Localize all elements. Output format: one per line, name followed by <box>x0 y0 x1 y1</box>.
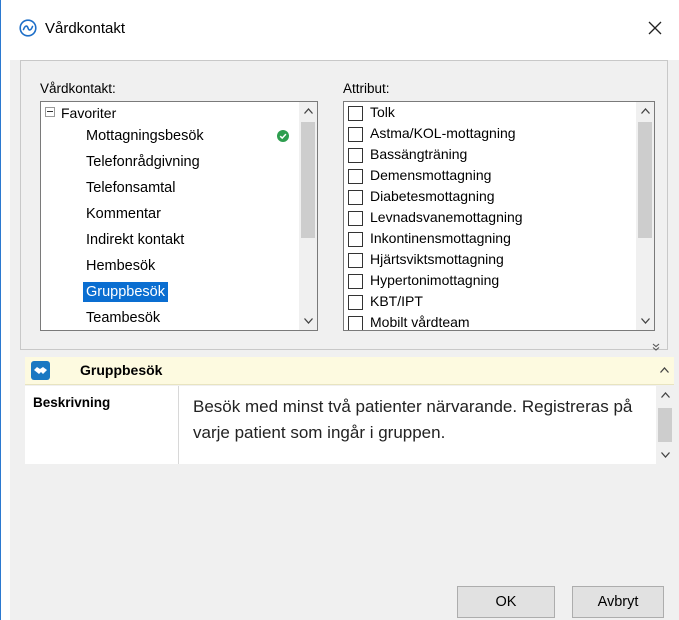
attribut-list[interactable]: Tolk Astma/KOL-mottagning Bassängträning De… <box>343 101 655 331</box>
window-title: Vårdkontakt <box>45 20 126 37</box>
attribut-item[interactable]: Bassängträning <box>344 145 636 166</box>
tree-root-favoriter[interactable]: Favoriter <box>41 103 299 123</box>
attribut-checkbox[interactable] <box>348 169 363 184</box>
close-icon <box>648 21 662 35</box>
collapse-icon[interactable] <box>45 107 55 117</box>
attribut-label: KBT/IPT <box>370 293 423 309</box>
attribut-item[interactable]: Demensmottagning <box>344 166 636 187</box>
tree-item-label: Teambesök <box>86 310 161 326</box>
scroll-up-button[interactable] <box>636 102 654 120</box>
scroll-thumb[interactable] <box>638 122 652 238</box>
tree-item-label: Indirekt kontakt <box>86 232 185 248</box>
tree-item-label: Kommentar <box>86 206 161 222</box>
attribut-label: Astma/KOL-mottagning <box>370 125 516 141</box>
description-label: Beskrivning <box>33 395 111 410</box>
attribut-label: Bassängträning <box>370 146 468 162</box>
vardkontakt-label: Vårdkontakt: <box>40 81 116 96</box>
attribut-checkbox[interactable] <box>348 211 363 226</box>
scroll-down-button[interactable] <box>299 312 317 330</box>
chevron-up-icon <box>640 108 650 114</box>
tree-item-teambesok[interactable]: Teambesök <box>41 305 299 330</box>
tree-item-label: Telefonsamtal <box>86 180 176 196</box>
attribut-checkbox[interactable] <box>348 232 363 247</box>
description-text: Besök med minst två patienter närvarande… <box>193 397 633 442</box>
chevron-up-icon <box>659 367 669 373</box>
attribut-item[interactable]: Diabetesmottagning <box>344 187 636 208</box>
tree-item-label: Gruppbesök <box>83 282 168 302</box>
description-divider <box>178 386 179 464</box>
handshake-icon <box>31 361 50 380</box>
attribut-item[interactable]: KBT/IPT <box>344 292 636 313</box>
description-scrollbar[interactable] <box>656 386 674 464</box>
tree-item-gruppbesok[interactable]: Gruppbesök <box>41 279 299 305</box>
attribut-item[interactable]: Astma/KOL-mottagning <box>344 124 636 145</box>
info-header: Gruppbesök <box>25 357 674 385</box>
chevron-up-icon <box>660 392 670 398</box>
scroll-thumb[interactable] <box>658 408 672 442</box>
tree-item-kommentar[interactable]: Kommentar <box>41 201 299 227</box>
attribut-label: Inkontinensmottagning <box>370 230 511 246</box>
chevron-down-icon <box>660 452 670 458</box>
scroll-thumb[interactable] <box>301 122 315 238</box>
attribut-label: Demensmottagning <box>370 167 492 183</box>
vardkontakt-tree[interactable]: Favoriter Mottagningsbesök Telefonrådgiv… <box>40 101 318 331</box>
selection-group: Vårdkontakt: Favoriter Mottagningsbesök … <box>20 60 668 350</box>
chevron-down-icon <box>303 318 313 324</box>
info-title: Gruppbesök <box>80 362 163 378</box>
collapse-panel-icon[interactable] <box>652 343 660 351</box>
attribut-item[interactable]: Mobilt vårdteam <box>344 313 636 330</box>
attribut-item[interactable]: Hjärtsviktsmottagning <box>344 250 636 271</box>
attribut-label: Tolk <box>370 104 395 120</box>
scroll-up-button[interactable] <box>299 102 317 120</box>
tree-item-label: Telefonrådgivning <box>86 154 200 170</box>
tree-item-telefonsamtal[interactable]: Telefonsamtal <box>41 175 299 201</box>
tree-scrollbar[interactable] <box>299 102 317 330</box>
attribut-label: Attribut: <box>343 81 390 96</box>
tree-item-telefonradgivning[interactable]: Telefonrådgivning <box>41 149 299 175</box>
attribut-checkbox[interactable] <box>348 274 363 289</box>
window-border <box>0 0 1 620</box>
attribut-checkbox[interactable] <box>348 127 363 142</box>
attribut-checkbox[interactable] <box>348 253 363 268</box>
attribut-checkbox[interactable] <box>348 148 363 163</box>
tree-item-indirekt-kontakt[interactable]: Indirekt kontakt <box>41 227 299 253</box>
favorite-check-icon <box>277 130 289 142</box>
attribut-checkbox[interactable] <box>348 106 363 121</box>
app-logo-icon <box>19 19 37 37</box>
attribut-label: Levnadsvanemottagning <box>370 209 523 225</box>
attribut-label: Hjärtsviktsmottagning <box>370 251 504 267</box>
chevron-down-icon <box>640 318 650 324</box>
chevron-up-icon <box>303 108 313 114</box>
tree-root-label: Favoriter <box>61 105 117 121</box>
attribut-checkbox[interactable] <box>348 295 363 310</box>
tree-item-mottagningsbesok[interactable]: Mottagningsbesök <box>41 123 299 149</box>
scroll-up-button[interactable] <box>656 386 674 404</box>
attribut-item[interactable]: Levnadsvanemottagning <box>344 208 636 229</box>
tree-item-label: Hembesök <box>86 258 156 274</box>
attribut-item[interactable]: Tolk <box>344 103 636 124</box>
attribut-checkbox[interactable] <box>348 316 363 330</box>
cancel-button[interactable]: Avbryt <box>572 586 664 618</box>
title-bar: Vårdkontakt <box>1 0 679 60</box>
attribut-scrollbar[interactable] <box>636 102 654 330</box>
attribut-item[interactable]: Hypertonimottagning <box>344 271 636 292</box>
attribut-item[interactable]: Inkontinensmottagning <box>344 229 636 250</box>
info-scroll-up-button[interactable] <box>657 361 671 379</box>
attribut-label: Diabetesmottagning <box>370 188 495 204</box>
tree-item-hembesok[interactable]: Hembesök <box>41 253 299 279</box>
attribut-checkbox[interactable] <box>348 190 363 205</box>
info-body: Beskrivning Besök med minst två patiente… <box>25 386 674 464</box>
ok-button[interactable]: OK <box>457 586 555 618</box>
attribut-label: Hypertonimottagning <box>370 272 500 288</box>
tree-item-label: Mottagningsbesök <box>86 128 204 144</box>
close-button[interactable] <box>641 14 669 42</box>
scroll-down-button[interactable] <box>636 312 654 330</box>
dialog-content: Vårdkontakt: Favoriter Mottagningsbesök … <box>10 60 679 620</box>
attribut-label: Mobilt vårdteam <box>370 314 470 330</box>
scroll-down-button[interactable] <box>656 446 674 464</box>
